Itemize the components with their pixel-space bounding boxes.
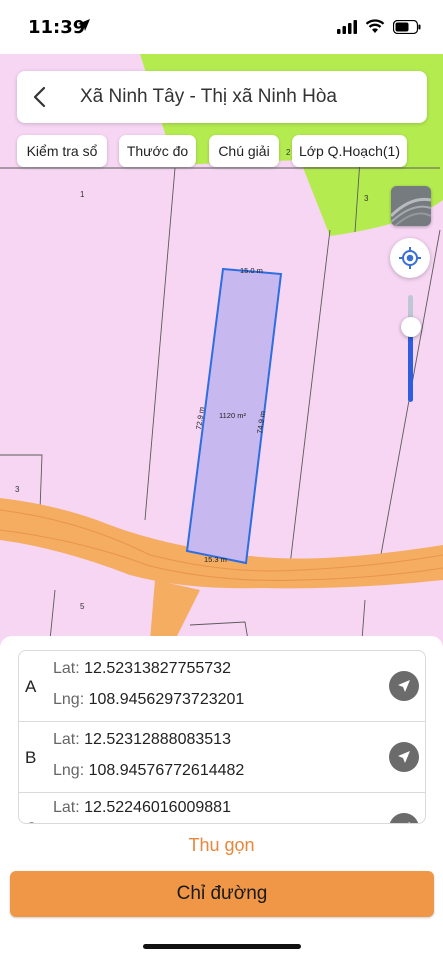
coordinate-row: B Lat: 12.52312888083513 Lng: 108.945767… [19,722,425,793]
vertex-letter: C [25,819,37,823]
coordinate-list[interactable]: A Lat: 12.52313827755732 Lng: 108.945629… [18,650,426,824]
parcel-label: 5 [80,602,85,611]
page-title: Xã Ninh Tây - Thị xã Ninh Hòa [80,86,337,107]
plot-edge-bottom: 15.3 m [204,555,227,564]
crosshair-icon[interactable] [390,238,430,278]
location-arrow-icon [77,18,91,37]
zoom-slider-handle[interactable] [401,317,421,337]
latitude-label: Lat: [53,731,80,748]
cellular-signal-icon [337,19,357,39]
planning-layer-button[interactable]: Lớp Q.Hoạch(1) [292,135,407,167]
parcel-label: 1 [80,190,85,199]
status-bar: 11:39 [0,0,443,54]
latitude-value: 12.52313827755732 [84,660,231,677]
coordinate-row: C Lat: 12.52246016009881 [19,793,425,824]
longitude-value: 108.94576772614482 [88,762,245,779]
battery-icon [392,19,421,39]
satellite-layer-button[interactable] [391,186,431,226]
coordinate-row: A Lat: 12.52313827755732 Lng: 108.945629… [19,651,425,722]
home-indicator [143,944,301,949]
navigation-arrow-icon[interactable] [389,742,419,772]
plot-area: 1120 m² [219,411,246,420]
longitude-line: Lng: 108.94576772614482 [53,762,244,780]
parcel-label: 3 [364,194,369,203]
latitude-line: Lat: 12.52313827755732 [53,660,231,678]
zoom-slider[interactable] [408,295,413,402]
collapse-button[interactable]: Thu gọn [0,828,443,862]
navigate-button[interactable] [389,813,419,824]
longitude-label: Lng: [53,762,85,779]
latitude-line: Lat: 12.52246016009881 [53,799,231,817]
parcel-label: 3 [15,485,20,494]
navigation-arrow-icon[interactable] [389,813,419,824]
latitude-label: Lat: [53,799,80,816]
latitude-label: Lat: [53,660,80,677]
parcel-label: 2 [286,148,291,157]
latitude-value: 12.52246016009881 [84,799,231,816]
legend-button[interactable]: Chú giải [209,135,279,167]
navigate-button[interactable] [389,671,419,701]
check-title-button[interactable]: Kiểm tra sổ [17,135,107,167]
zoom-slider-fill [408,327,413,402]
latitude-value: 12.52312888083513 [84,731,231,748]
back-button[interactable] [29,85,51,109]
longitude-value: 108.94562973723201 [88,691,245,708]
vertex-letter: A [25,677,37,696]
measure-button[interactable]: Thước đo [119,135,196,167]
location-header: Xã Ninh Tây - Thị xã Ninh Hòa [17,71,427,123]
wifi-icon [365,19,385,39]
coordinates-panel: A Lat: 12.52313827755732 Lng: 108.945629… [0,636,443,960]
chevron-left-icon[interactable] [29,86,51,113]
locate-button[interactable] [390,238,430,278]
satellite-layer-icon[interactable] [391,186,431,226]
status-icons [337,19,421,39]
navigation-arrow-icon[interactable] [389,671,419,701]
latitude-line: Lat: 12.52312888083513 [53,731,231,749]
longitude-line: Lng: 108.94562973723201 [53,691,244,709]
vertex-letter: B [25,748,37,767]
directions-button[interactable]: Chỉ đường [10,871,434,917]
navigate-button[interactable] [389,742,419,772]
longitude-label: Lng: [53,691,85,708]
plot-edge-top: 15.0 m [240,266,263,275]
